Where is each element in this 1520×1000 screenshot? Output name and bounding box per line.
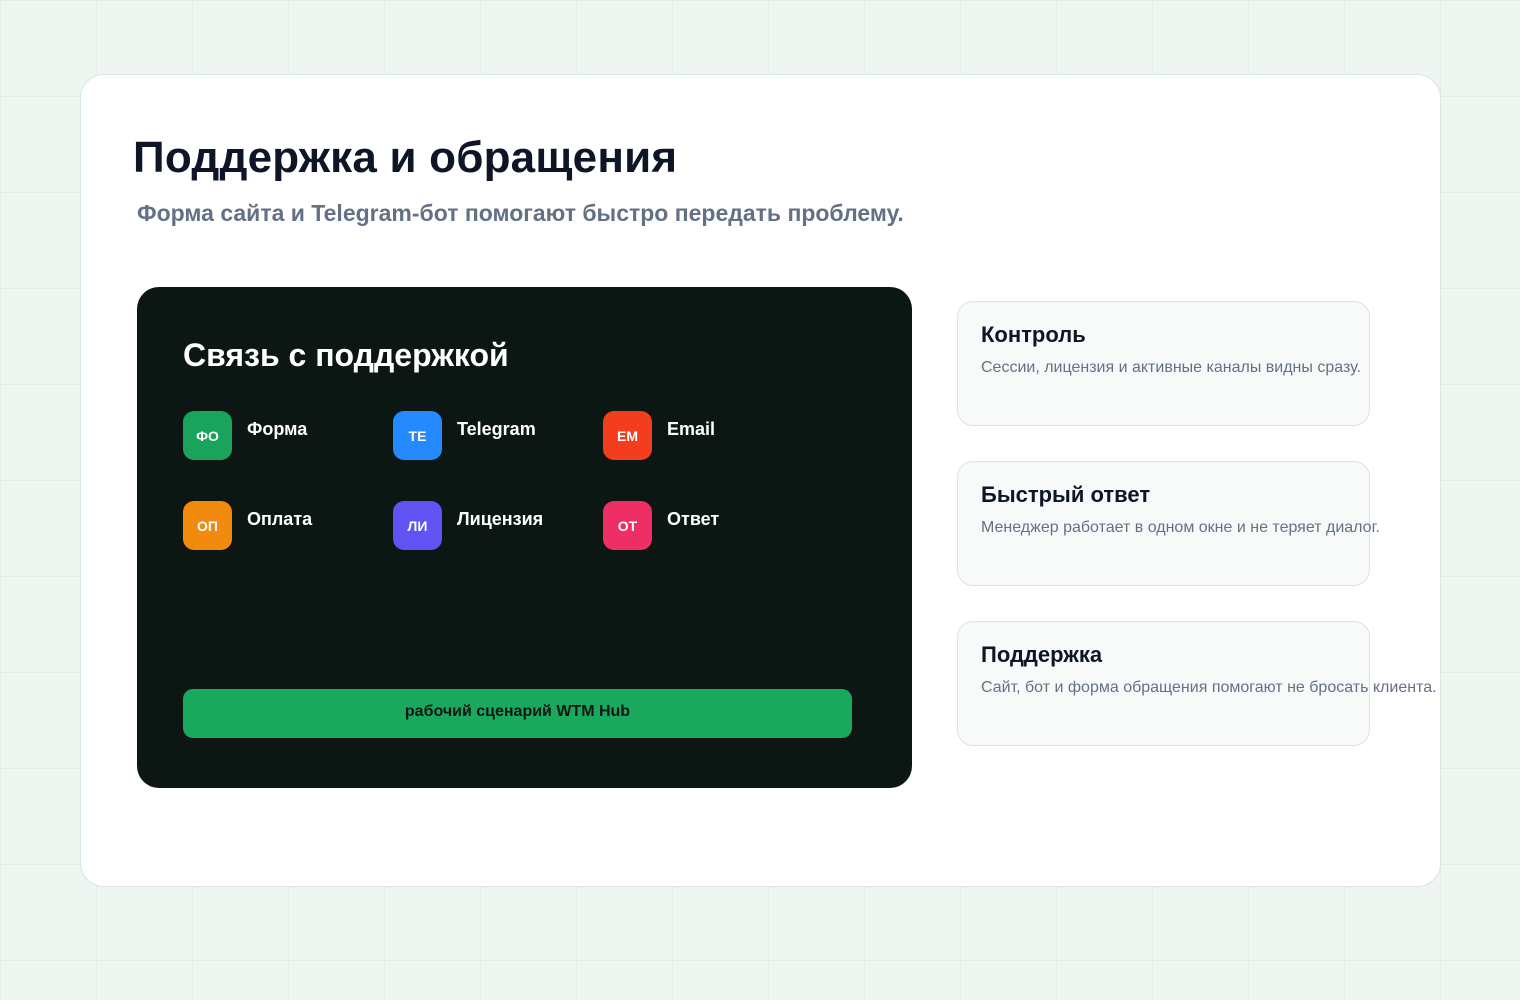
feature-description: Менеджер работает в одном окне и не теря… (981, 519, 1380, 536)
channel-telegram[interactable]: TE Telegram (393, 411, 593, 461)
support-panel: Связь с поддержкой ФО Форма TE Telegram … (137, 287, 912, 788)
workflow-button[interactable]: рабочий сценарий WTM Hub (183, 689, 852, 738)
feature-title: Контроль (981, 322, 1086, 347)
main-card: Поддержка и обращения Форма сайта и Tele… (80, 74, 1441, 887)
channel-form[interactable]: ФО Форма (183, 411, 383, 461)
telegram-icon: TE (393, 411, 442, 460)
feature-title: Поддержка (981, 642, 1103, 667)
channel-payment[interactable]: ОП Оплата (183, 501, 383, 551)
channel-reply[interactable]: ОТ Ответ (603, 501, 803, 551)
feature-description: Сессии, лицензия и активные каналы видны… (981, 359, 1361, 376)
feature-card-control: Контроль Сессии, лицензия и активные кан… (957, 301, 1370, 426)
license-icon: ЛИ (393, 501, 442, 550)
channel-label: Telegram (457, 419, 536, 439)
channel-label: Ответ (667, 509, 720, 529)
form-icon: ФО (183, 411, 232, 460)
email-icon: EM (603, 411, 652, 460)
channel-label: Лицензия (457, 509, 544, 529)
channel-label: Email (667, 419, 716, 439)
feature-title: Быстрый ответ (981, 482, 1151, 507)
feature-description: Сайт, бот и форма обращения помогают не … (981, 679, 1437, 696)
feature-card-support: Поддержка Сайт, бот и форма обращения по… (957, 621, 1437, 746)
channel-label: Форма (247, 419, 308, 439)
channel-license[interactable]: ЛИ Лицензия (393, 501, 593, 551)
channel-email[interactable]: EM Email (603, 411, 803, 461)
feature-card-fast-reply: Быстрый ответ Менеджер работает в одном … (957, 461, 1380, 586)
page-subtitle: Форма сайта и Telegram-бот помогают быст… (137, 200, 904, 226)
support-panel-title: Связь с поддержкой (183, 337, 509, 373)
payment-icon: ОП (183, 501, 232, 550)
page-title: Поддержка и обращения (133, 133, 678, 182)
channel-label: Оплата (247, 509, 313, 529)
reply-icon: ОТ (603, 501, 652, 550)
